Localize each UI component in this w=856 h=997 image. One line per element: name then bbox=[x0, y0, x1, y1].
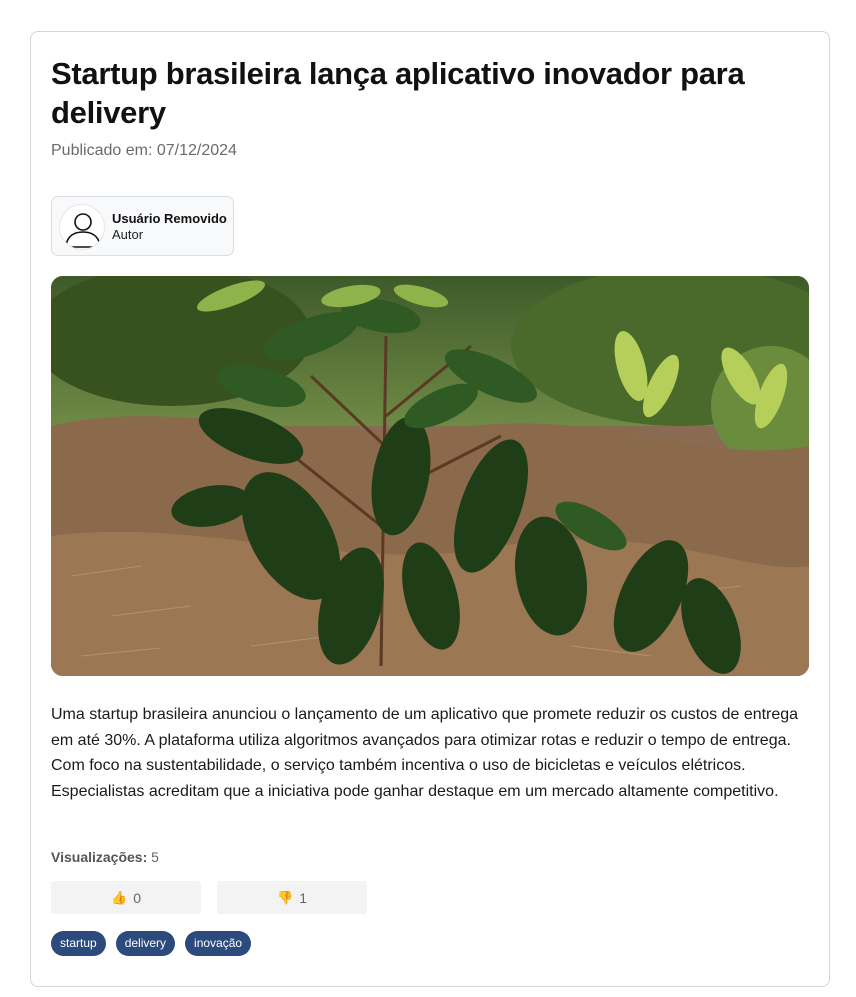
like-count: 0 bbox=[133, 889, 141, 906]
views-counter: Visualizações: 5 bbox=[51, 849, 159, 865]
tag-startup[interactable]: startup bbox=[51, 931, 106, 956]
thumbs-up-icon: 👍 bbox=[111, 889, 128, 905]
like-button[interactable]: 👍 0 bbox=[51, 881, 201, 914]
tag-delivery[interactable]: delivery bbox=[115, 931, 176, 956]
article-body: Uma startup brasileira anunciou o lançam… bbox=[51, 706, 799, 800]
published-date: Publicado em: 07/12/2024 bbox=[51, 142, 237, 159]
views-label: Visualizações: bbox=[51, 849, 148, 865]
article-title: Startup brasileira lança aplicativo inov… bbox=[51, 56, 745, 130]
views-value: 5 bbox=[151, 849, 159, 865]
article-card: Startup brasileira lança aplicativo inov… bbox=[30, 31, 830, 987]
author-name: Usuário Removido bbox=[112, 211, 227, 226]
tag-list: startup delivery inovação bbox=[51, 931, 252, 956]
article-image bbox=[51, 276, 809, 676]
tag-inovacao[interactable]: inovação bbox=[185, 931, 252, 956]
user-silhouette-icon bbox=[59, 204, 105, 250]
dislike-button[interactable]: 👎 1 bbox=[217, 881, 367, 914]
dislike-count: 1 bbox=[299, 889, 307, 906]
author-card[interactable]: Usuário Removido Autor bbox=[51, 196, 234, 256]
author-role: Autor bbox=[112, 227, 144, 242]
thumbs-down-icon: 👎 bbox=[277, 889, 294, 905]
